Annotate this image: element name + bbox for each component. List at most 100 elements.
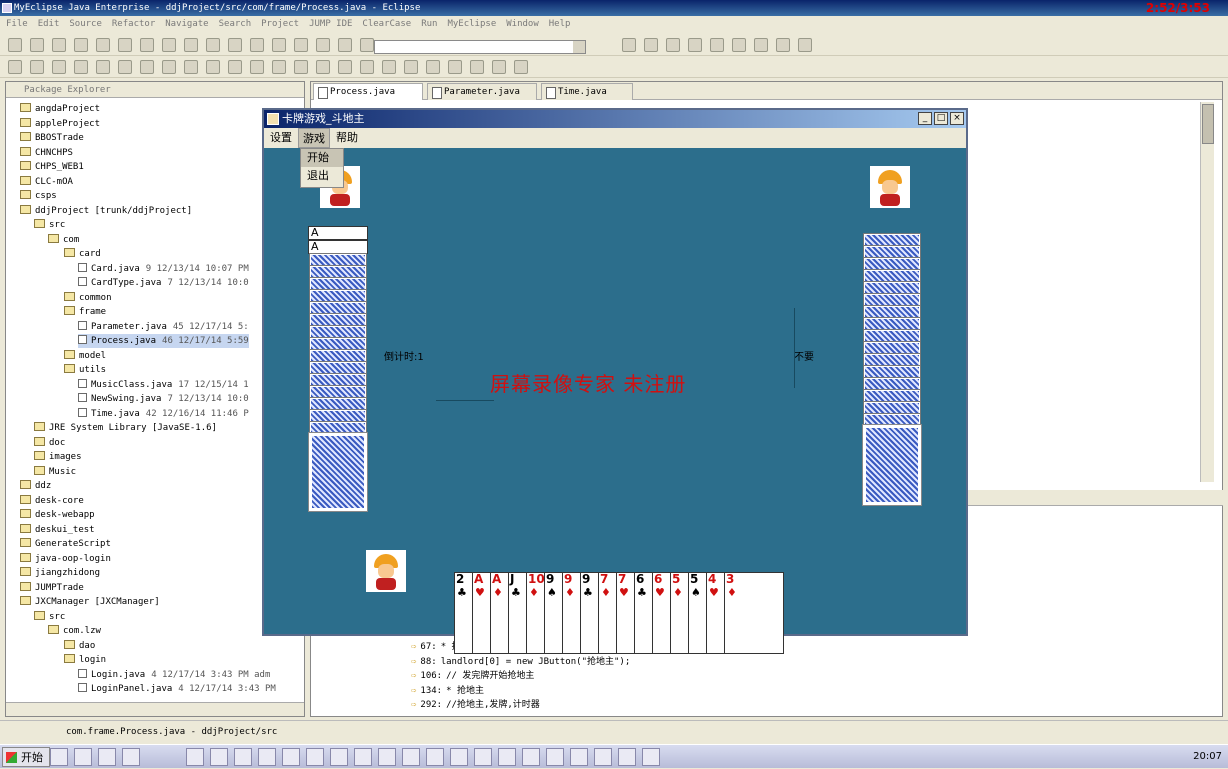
toolbar-button[interactable] [228,38,242,52]
taskbar-app-button[interactable] [330,748,348,766]
taskbar-app-button[interactable] [122,748,140,766]
tree-item[interactable]: NewSwing.java 7 12/13/14 10:0 [78,392,249,406]
toolbar-button[interactable] [316,60,330,74]
taskbar-app-button[interactable] [570,748,588,766]
scrollbar-thumb[interactable] [1202,104,1214,144]
search-result-line[interactable]: ⇨ 106:// 发完牌开始抢地主 [411,669,534,683]
tree-item[interactable]: desk-webapp [20,508,95,522]
tree-item[interactable]: Music [34,465,76,479]
toolbar-button[interactable] [644,38,658,52]
taskbar-app-button[interactable] [594,748,612,766]
toolbar-button[interactable] [52,38,66,52]
tab-time-java[interactable]: Time.java [541,83,633,100]
taskbar-app-button[interactable] [258,748,276,766]
toolbar-button[interactable] [250,38,264,52]
menu-myeclipse[interactable]: MyEclipse [447,19,496,29]
search-result-line[interactable]: ⇨ 134: * 抢地主 [411,684,484,698]
hand-card[interactable]: 3 ♦ [724,572,784,654]
tree-item[interactable]: angdaProject [20,102,100,116]
toolbar-button[interactable] [294,38,308,52]
toolbar-button[interactable] [426,60,440,74]
toolbar-button[interactable] [184,38,198,52]
toolbar-button[interactable] [688,38,702,52]
toolbar-button[interactable] [338,38,352,52]
tree-item[interactable]: JXCManager [JXCManager] [20,595,160,609]
toolbar-button[interactable] [404,60,418,74]
tree-item[interactable]: appleProject [20,117,100,131]
toolbar-button[interactable] [52,60,66,74]
menu-source[interactable]: Source [69,19,102,29]
close-button[interactable]: × [950,112,964,125]
maximize-button[interactable]: □ [934,112,948,125]
toolbar-button[interactable] [448,60,462,74]
toolbar-button[interactable] [206,38,220,52]
taskbar-app-button[interactable] [378,748,396,766]
taskbar-app-button[interactable] [522,748,540,766]
toolbar-button[interactable] [360,38,374,52]
toolbar-button[interactable] [338,60,352,74]
tree-item[interactable]: doc [34,436,65,450]
tree-item[interactable]: common [64,291,112,305]
tree-item[interactable]: deskui_test [20,523,95,537]
toolbar-button[interactable] [8,38,22,52]
toolbar-button[interactable] [30,38,44,52]
menu-run[interactable]: Run [421,19,437,29]
package-explorer-tab[interactable]: Package Explorer [6,82,304,98]
toolbar-button[interactable] [206,60,220,74]
toolbar-button[interactable] [710,38,724,52]
tree-item[interactable]: LoginPanel.java 4 12/17/14 3:43 PM [78,682,276,696]
menu-settings[interactable]: 设置 [266,128,296,148]
taskbar-app-button[interactable] [74,748,92,766]
menu-jump-ide[interactable]: JUMP IDE [309,19,352,29]
taskbar-app-button[interactable] [618,748,636,766]
toolbar-button[interactable] [294,60,308,74]
tree-item[interactable]: utils [64,363,106,377]
toolbar-button[interactable] [118,60,132,74]
search-result-line[interactable]: ⇨ 88: landlord[0] = new JButton("抢地主"); [411,655,630,669]
toolbar-button[interactable] [162,38,176,52]
tree-item[interactable]: GenerateScript [20,537,111,551]
taskbar-app-button[interactable] [186,748,204,766]
taskbar-app-button[interactable] [546,748,564,766]
taskbar-app-button[interactable] [498,748,516,766]
tree-item[interactable]: images [34,450,82,464]
toolbar-button[interactable] [622,38,636,52]
menu-file[interactable]: File [6,19,28,29]
taskbar-app-button[interactable] [282,748,300,766]
toolbar-button[interactable] [382,60,396,74]
taskbar-app-button[interactable] [474,748,492,766]
tree-item[interactable]: ddjProject [trunk/ddjProject] [20,204,192,218]
menu-navigate[interactable]: Navigate [165,19,208,29]
tree-item[interactable]: Time.java 42 12/16/14 11:46 P [78,407,249,421]
tree-item[interactable]: src [34,610,65,624]
tree-item[interactable]: CLC-mOA [20,175,73,189]
tree-item[interactable]: JRE System Library [JavaSE-1.6] [34,421,217,435]
minimize-button[interactable]: _ [918,112,932,125]
toolbar-button[interactable] [184,60,198,74]
tree-item[interactable]: src [34,218,65,232]
toolbar-button[interactable] [776,38,790,52]
tree-item[interactable]: ddz [20,479,51,493]
toolbar-button[interactable] [360,60,374,74]
tree-item[interactable]: Login.java 4 12/17/14 3:43 PM adm [78,668,270,682]
tree-item[interactable]: CHNCHPS [20,146,73,160]
tree-item[interactable]: frame [64,305,106,319]
toolbar-button[interactable] [74,38,88,52]
toolbar-button[interactable] [316,38,330,52]
editor-vertical-scrollbar[interactable] [1200,102,1214,482]
tree-item[interactable]: com [48,233,79,247]
toolbar-button[interactable] [96,60,110,74]
tree-item[interactable]: jiangzhidong [20,566,100,580]
taskbar-app-button[interactable] [306,748,324,766]
toolbar-button[interactable] [666,38,680,52]
package-explorer-scrollbar[interactable] [6,702,304,716]
tab-process-java[interactable]: Process.java [313,83,423,100]
tree-item[interactable]: Card.java 9 12/13/14 10:07 PM [78,262,249,276]
tree-item[interactable]: model [64,349,106,363]
taskbar-app-button[interactable] [402,748,420,766]
menu-help[interactable]: 帮助 [332,128,362,148]
menu-game[interactable]: 游戏 [298,128,330,148]
tree-item[interactable]: com.lzw [48,624,101,638]
menu-help[interactable]: Help [549,19,571,29]
taskbar-app-button[interactable] [98,748,116,766]
